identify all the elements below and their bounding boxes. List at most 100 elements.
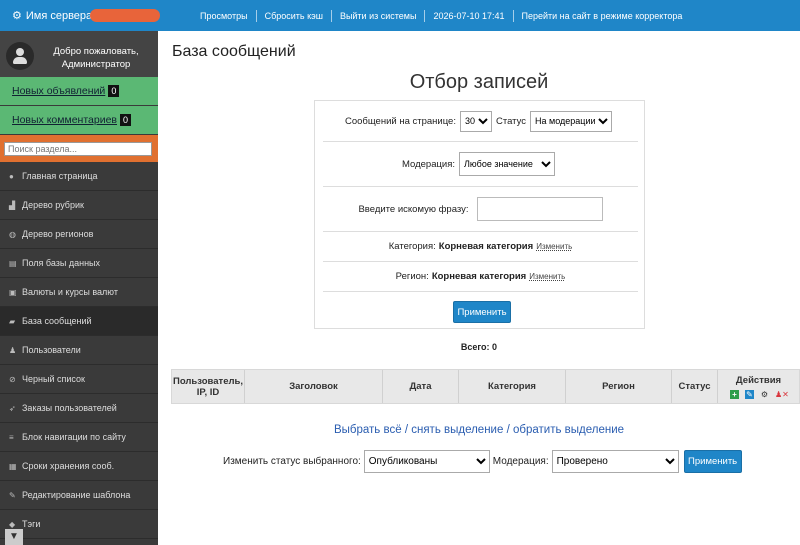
- sidebar-item-region-tree[interactable]: ◍ Дерево регионов: [0, 220, 158, 249]
- sidebar-item-label: Тэги: [22, 519, 41, 529]
- new-ads-row: Новых объявлений 0: [0, 77, 158, 106]
- region-change-link[interactable]: Изменить: [529, 272, 565, 281]
- globe-icon: ◍: [9, 229, 16, 239]
- folder-open-icon: ▰: [9, 316, 16, 326]
- ban-icon: ⊘: [9, 374, 16, 384]
- add-icon[interactable]: +: [730, 389, 739, 399]
- col-region[interactable]: Регион: [566, 370, 672, 403]
- scroll-down-button[interactable]: ▼: [5, 529, 23, 545]
- search-phrase-input[interactable]: [476, 197, 603, 221]
- change-status-select[interactable]: Опубликованы: [363, 450, 490, 473]
- sidebar-item-currencies[interactable]: ▣ Валюты и курсы валют: [0, 278, 158, 307]
- sidebar-item-label: Сроки хранения сооб.: [22, 461, 115, 471]
- sidebar-item-template-edit[interactable]: ✎ Редактирование шаблона: [0, 481, 158, 510]
- bars-icon: ≡: [9, 432, 14, 442]
- filter-apply-button[interactable]: Применить: [453, 301, 511, 323]
- sidebar-item-label: Валюты и курсы валют: [22, 287, 118, 297]
- sidebar-item-home[interactable]: ● Главная страница: [0, 162, 158, 191]
- sidebar-item-label: Редактирование шаблона: [22, 490, 131, 500]
- per-page-select[interactable]: 30: [459, 110, 492, 132]
- edit-icon[interactable]: ✎: [745, 389, 754, 399]
- col-status[interactable]: Статус: [672, 370, 718, 403]
- user-plus-icon: ♟: [9, 345, 17, 355]
- sidebar-item-site-nav-block[interactable]: ≡ Блок навигации по сайту: [0, 423, 158, 452]
- region-row: Регион: Корневая категория Изменить: [323, 262, 638, 292]
- select-all-link[interactable]: Выбрать всё: [334, 424, 402, 436]
- avatar: [6, 42, 34, 70]
- sidebar-item-label: Пользователи: [22, 345, 81, 355]
- col-category[interactable]: Категория: [459, 370, 566, 403]
- category-value: Корневая категория: [438, 241, 534, 252]
- bulk-apply-button[interactable]: Применить: [683, 450, 742, 473]
- sidebar-item-db-fields[interactable]: ▤ Поля базы данных: [0, 249, 158, 278]
- top-links: Просмотры Сбросить кэш Выйти из системы …: [192, 0, 690, 31]
- sidebar-item-rubric-tree[interactable]: ▟ Дерево рубрик: [0, 191, 158, 220]
- status-label: Статус: [495, 115, 527, 127]
- moderation-row: Модерация: Любое значение: [323, 142, 638, 187]
- logout-link[interactable]: Выйти из системы: [330, 9, 425, 22]
- moderation-label: Модерация:: [401, 158, 456, 170]
- sidebar-item-label: Главная страница: [22, 171, 98, 181]
- bulk-status-row: Изменить статус выбранного: Опубликованы…: [223, 450, 742, 473]
- new-comments-link[interactable]: Новых комментариев: [12, 114, 117, 126]
- rocket-icon: ➶: [9, 403, 16, 413]
- sidebar-item-label: Поля базы данных: [22, 258, 101, 268]
- sidebar-item-tags[interactable]: ◆ Тэги: [0, 510, 158, 539]
- server-menu[interactable]: ⚙ Имя сервера: [12, 9, 93, 23]
- datetime-text: 2026-07-10 17:41: [424, 9, 512, 22]
- server-label: Имя сервера: [25, 9, 93, 22]
- corrector-mode-link[interactable]: Перейти на сайт в режиме корректора: [512, 9, 691, 22]
- section-search-input[interactable]: [4, 141, 152, 156]
- sidebar-item-label: База сообщений: [22, 316, 92, 326]
- col-actions: Действия + ✎ ⚙ ♟✕: [718, 370, 799, 403]
- filter-panel: Сообщений на странице: 30 Статус На моде…: [314, 100, 645, 329]
- new-comments-count: 0: [120, 114, 132, 126]
- col-user[interactable]: Пользователь, IP, ID: [172, 370, 245, 403]
- moderation-select[interactable]: Любое значение: [459, 152, 556, 176]
- welcome-block: Добро пожаловать, Администратор: [0, 31, 158, 77]
- per-page-row: Сообщений на странице: 30 Статус На моде…: [323, 101, 638, 142]
- gear-icon: ⚙: [12, 10, 22, 22]
- reset-cache-link[interactable]: Сбросить кэш: [255, 9, 331, 22]
- new-ads-link[interactable]: Новых объявлений: [12, 85, 105, 97]
- col-title[interactable]: Заголовок: [245, 370, 383, 403]
- money-icon: ▣: [9, 287, 17, 297]
- selection-links: Выбрать всё / снять выделение / обратить…: [333, 424, 625, 436]
- chevron-down-icon: ▼: [9, 531, 19, 542]
- page-title: База сообщений: [172, 43, 296, 60]
- actions-icons: + ✎ ⚙ ♟✕: [730, 389, 789, 399]
- category-row: Категория: Корневая категория Изменить: [323, 232, 638, 262]
- sidebar-item-storage-terms[interactable]: ▦ Сроки хранения сооб.: [0, 452, 158, 481]
- col-date[interactable]: Дата: [383, 370, 459, 403]
- sidebar-item-users[interactable]: ♟ Пользователи: [0, 336, 158, 365]
- views-link[interactable]: Просмотры: [192, 10, 256, 22]
- sidebar-item-label: Заказы пользователей: [22, 403, 117, 413]
- edit-icon: ✎: [9, 490, 16, 500]
- sidebar-item-blacklist[interactable]: ⊘ Черный список: [0, 365, 158, 394]
- search-phrase-label: Введите искомую фразу:: [358, 203, 469, 215]
- sidebar-item-user-orders[interactable]: ➶ Заказы пользователей: [0, 394, 158, 423]
- moderation2-select[interactable]: Проверено: [551, 450, 679, 473]
- new-ads-count: 0: [108, 85, 120, 97]
- search-phrase-row: Введите искомую фразу:: [323, 187, 638, 232]
- sidebar-item-label: Блок навигации по сайту: [22, 432, 126, 442]
- delete-user-icon[interactable]: ♟✕: [775, 390, 789, 399]
- sidebar-item-label: Дерево регионов: [22, 229, 94, 239]
- deselect-link[interactable]: снять выделение: [411, 424, 503, 436]
- list-icon: ▤: [9, 258, 17, 268]
- sitemap-icon: ▟: [9, 200, 16, 210]
- info-icon: ●: [9, 171, 14, 181]
- region-label: Регион:: [395, 271, 429, 282]
- new-comments-row: Новых комментариев 0: [0, 106, 158, 135]
- messages-table-header: Пользователь, IP, ID Заголовок Дата Кате…: [171, 369, 800, 404]
- gear-icon[interactable]: ⚙: [760, 390, 769, 399]
- category-label: Категория:: [388, 241, 436, 252]
- welcome-text: Добро пожаловать, Администратор: [53, 46, 139, 70]
- sidebar-item-message-base[interactable]: ▰ База сообщений: [0, 307, 158, 336]
- per-page-label: Сообщений на странице:: [344, 115, 456, 127]
- category-change-link[interactable]: Изменить: [536, 242, 572, 251]
- main-content: База сообщений Отбор записей Сообщений н…: [158, 31, 800, 545]
- actions-label: Действия: [735, 374, 782, 386]
- status-select[interactable]: На модерации: [530, 110, 613, 132]
- invert-selection-link[interactable]: обратить выделение: [513, 424, 624, 436]
